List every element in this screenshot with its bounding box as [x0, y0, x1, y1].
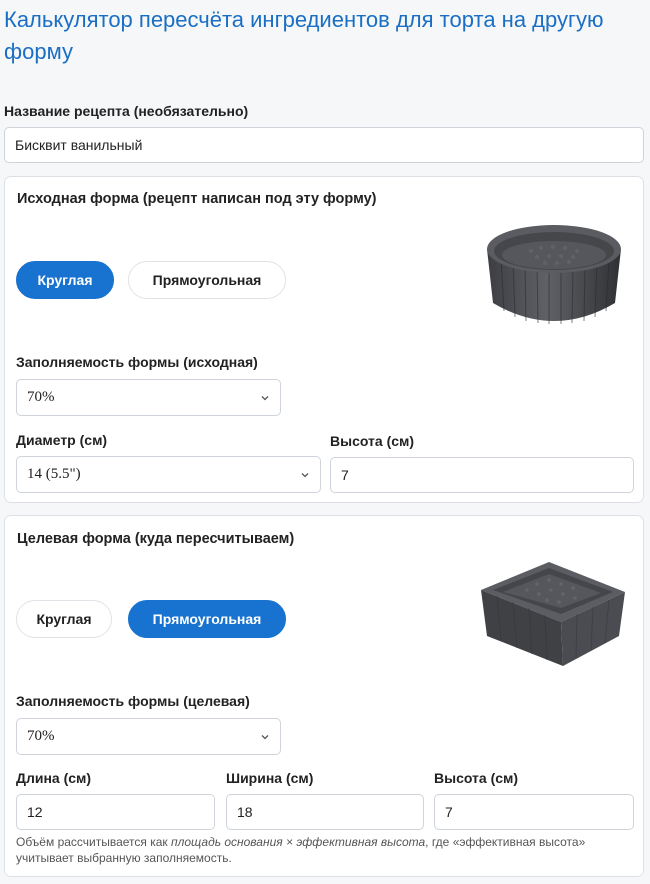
target-fill-select[interactable]: 70% [16, 718, 281, 755]
target-shape-rect-button[interactable]: Прямоугольная [128, 600, 286, 638]
note-formula: площадь основания × эффективная высота [171, 835, 426, 849]
chevron-down-icon [261, 734, 269, 739]
chevron-down-icon [301, 472, 309, 477]
target-width-input[interactable]: 18 [226, 794, 424, 830]
source-fill-value: 70% [27, 389, 55, 405]
source-height-input[interactable]: 7 [330, 457, 634, 493]
source-fill-label: Заполняемость формы (исходная) [16, 354, 258, 370]
target-width-value: 18 [237, 804, 253, 820]
target-width-label: Ширина (см) [226, 770, 314, 786]
source-fill-select[interactable]: 70% [16, 379, 281, 416]
calculator-page: Калькулятор пересчёта ингредиентов для т… [0, 0, 650, 884]
source-diameter-label: Диаметр (см) [16, 432, 108, 448]
source-form-card: Исходная форма (рецепт написан под эту ф… [4, 176, 644, 503]
target-fill-value: 70% [27, 728, 55, 744]
target-length-input[interactable]: 12 [16, 794, 215, 830]
source-form-title: Исходная форма (рецепт написан под эту ф… [17, 191, 377, 207]
recipe-name-value: Бисквит ванильный [15, 137, 143, 153]
square-cake-pan-image [481, 562, 625, 666]
target-height-value: 7 [445, 804, 453, 820]
volume-note: Объём рассчитывается как площадь основан… [16, 834, 616, 866]
recipe-name-label: Название рецепта (необязательно) [4, 103, 249, 119]
round-cake-pan-image [487, 225, 621, 324]
page-title: Калькулятор пересчёта ингредиентов для т… [4, 7, 604, 64]
source-diameter-select[interactable]: 14 (5.5") [16, 456, 321, 493]
source-diameter-value: 14 (5.5") [27, 466, 81, 482]
target-form-title: Целевая форма (куда пересчитываем) [17, 531, 295, 547]
target-form-card: Целевая форма (куда пересчитываем) Кругл… [4, 515, 644, 877]
source-height-value: 7 [341, 467, 349, 483]
target-length-value: 12 [27, 804, 43, 820]
recipe-name-input[interactable]: Бисквит ванильный [4, 127, 644, 163]
chevron-down-icon [261, 395, 269, 400]
target-fill-label: Заполняемость формы (целевая) [16, 693, 250, 709]
target-height-label: Высота (см) [434, 770, 519, 786]
target-shape-round-button[interactable]: Круглая [16, 600, 112, 638]
source-height-label: Высота (см) [330, 433, 415, 449]
source-shape-round-button[interactable]: Круглая [16, 261, 114, 299]
note-text-1: Объём рассчитывается как [16, 835, 172, 849]
target-height-input[interactable]: 7 [434, 794, 634, 830]
source-shape-rect-button[interactable]: Прямоугольная [128, 261, 286, 299]
target-length-label: Длина (см) [16, 770, 92, 786]
